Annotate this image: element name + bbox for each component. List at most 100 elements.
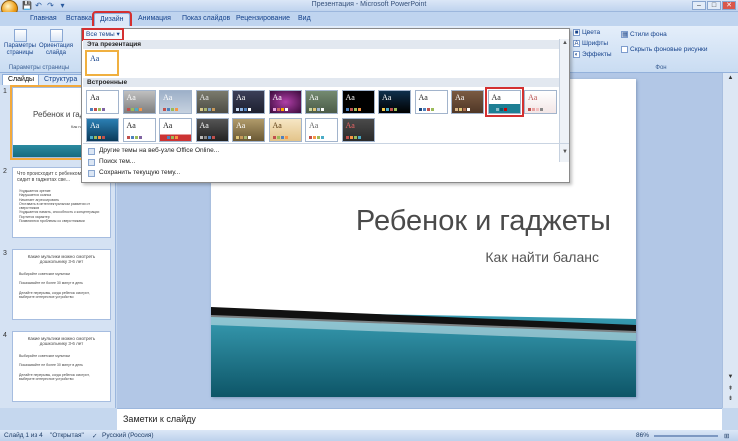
next-slide-icon[interactable]: ⇟ — [726, 395, 735, 404]
hide-bg-checkbox[interactable]: Скрыть фоновые рисунки — [621, 46, 708, 53]
theme-preview-text: Aa — [272, 93, 282, 102]
theme-thumbnail[interactable]: Aa — [159, 90, 192, 114]
theme-thumbnail[interactable]: Aa — [122, 118, 156, 142]
slide-counter: Слайд 1 из 4 — [4, 432, 43, 439]
menu-save-theme[interactable]: Сохранить текущую тему... — [83, 168, 560, 178]
menu-more-themes-online[interactable]: Другие темы на веб-узле Office Online... — [83, 146, 560, 156]
fit-window-icon[interactable]: ⊞ — [724, 432, 729, 440]
bullet: Появляются проблемы со сверстниками — [19, 219, 85, 224]
hide-bg-label: Скрыть фоновые рисунки — [630, 46, 708, 53]
tab-outline[interactable]: Структура — [38, 74, 84, 85]
theme-preview-text: Aa — [418, 93, 428, 102]
themes-gallery-dropdown: Все темы ▾ Эта презентация Aa Встроенные… — [81, 28, 570, 183]
save-icon — [88, 170, 95, 177]
tab-review[interactable]: Рецензирование — [236, 15, 290, 22]
bullet: Показывайте не более 30 минут в день — [19, 281, 83, 286]
theme-preview-text: Aa — [90, 121, 100, 130]
thumb-bullets: Ухудшается зрение Нарушается осанка Начи… — [19, 189, 106, 223]
bg-styles-label: Стили фона — [630, 31, 667, 38]
theme-thumbnail[interactable]: Aa — [268, 118, 302, 142]
fonts-button[interactable]: A Шрифты — [573, 40, 608, 47]
theme-color-swatches — [455, 108, 470, 111]
all-themes-button[interactable]: Все темы ▾ — [82, 28, 124, 41]
scroll-up-icon[interactable]: ▲ — [562, 40, 568, 46]
theme-thumbnail[interactable]: Aa — [414, 90, 448, 114]
theme-thumbnail[interactable]: Aa — [484, 87, 524, 117]
thumb-bullets: Выбирайте советские мультики Показывайте… — [19, 272, 106, 299]
theme-color-swatches — [199, 136, 215, 139]
tab-slideshow[interactable]: Показ слайдов — [182, 15, 230, 22]
orientation-label: Ориентация слайда — [38, 43, 74, 56]
theme-preview-text: Aa — [126, 93, 136, 102]
close-button[interactable]: ✕ — [722, 1, 736, 10]
language[interactable]: Русский (Россия) — [102, 432, 154, 439]
slide-thumbnail-4[interactable]: Какие мультики можно смотреть дошкольник… — [12, 331, 111, 402]
theme-thumbnail[interactable]: Aa — [341, 90, 375, 114]
slide-title[interactable]: Ребенок и гаджеты — [331, 205, 611, 238]
theme-color-swatches — [163, 108, 178, 111]
menu-label: Поиск тем... — [99, 158, 136, 165]
tab-home[interactable]: Главная — [30, 15, 57, 22]
theme-thumbnail[interactable]: Aa — [305, 90, 338, 114]
scroll-down-icon[interactable]: ▼ — [726, 373, 735, 382]
scroll-up-icon[interactable]: ▲ — [726, 74, 735, 83]
zoom-slider[interactable] — [654, 435, 718, 437]
thumb-number: 1 — [3, 88, 7, 95]
maximize-button[interactable]: □ — [707, 1, 721, 10]
notes-pane[interactable]: Заметки к слайду — [117, 408, 722, 430]
theme-current[interactable]: Aa — [85, 50, 119, 76]
menu-label: Другие темы на веб-узле Office Online... — [99, 147, 220, 154]
theme-preview-text: Aa — [491, 93, 501, 102]
theme-thumbnail[interactable]: Aa — [159, 118, 192, 142]
theme-thumbnail[interactable]: Aa — [524, 90, 557, 114]
prev-slide-icon[interactable]: ⇞ — [726, 385, 735, 394]
theme-thumbnail[interactable]: Aa — [451, 90, 484, 114]
window-controls: – □ ✕ — [692, 1, 736, 10]
theme-thumbnail[interactable]: Aa — [195, 118, 229, 142]
theme-color-swatches — [236, 108, 251, 111]
spellcheck-icon[interactable]: ✓ — [92, 432, 97, 440]
bullet: Отставать в интеллектуальном развитии от… — [19, 201, 91, 211]
minimize-button[interactable]: – — [692, 1, 706, 10]
tab-view[interactable]: Вид — [298, 15, 311, 22]
theme-thumbnail[interactable]: Aa — [268, 90, 302, 114]
section-builtin: Встроенные — [83, 78, 560, 87]
slide-thumbnail-3[interactable]: Какие мультики можно смотреть дошкольник… — [12, 249, 111, 320]
theme-preview-text: Aa — [126, 121, 136, 130]
theme-thumbnail[interactable]: Aa — [341, 118, 375, 142]
theme-thumbnail[interactable]: Aa — [378, 90, 411, 114]
bullet: Показывайте не более 30 минут в день — [19, 363, 83, 368]
theme-preview-text: Aa — [90, 54, 100, 63]
slide-subtitle[interactable]: Как найти баланс — [331, 249, 599, 265]
theme-color-swatches — [345, 108, 361, 111]
colors-button[interactable]: ■ Цвета — [573, 29, 600, 36]
page-setup-icon — [13, 29, 27, 42]
theme-color-swatches — [163, 136, 178, 139]
bg-styles-button[interactable]: ▦ Стили фона — [621, 31, 667, 38]
tab-animation[interactable]: Анимация — [138, 15, 171, 22]
tab-design[interactable]: Дизайн — [92, 11, 132, 28]
theme-thumbnail[interactable]: Aa — [232, 118, 265, 142]
theme-preview-text: Aa — [163, 121, 173, 130]
theme-thumbnail[interactable]: Aa — [195, 90, 229, 114]
effects-icon: ◐ — [573, 51, 580, 58]
theme-thumbnail[interactable]: Aa — [86, 118, 119, 142]
theme-thumbnail[interactable]: Aa — [122, 90, 156, 114]
theme-thumbnail[interactable]: Aa — [305, 118, 338, 142]
theme-thumbnail[interactable]: Aa — [232, 90, 265, 114]
window-title: Презентация - Microsoft PowerPoint — [311, 1, 427, 8]
effects-button[interactable]: ◐ Эффекты — [573, 51, 612, 58]
page-setup-button[interactable]: Параметры страницы — [4, 29, 36, 57]
menu-browse-themes[interactable]: Поиск тем... — [83, 157, 560, 167]
zoom-level[interactable]: 86% — [636, 432, 649, 439]
menu-label: Сохранить текущую тему... — [99, 169, 181, 176]
tab-slides[interactable]: Слайды — [2, 74, 41, 85]
theme-preview-text: Aa — [309, 121, 319, 130]
orientation-button[interactable]: Ориентация слайда — [38, 29, 74, 57]
theme-thumbnail[interactable]: Aa — [86, 90, 119, 114]
tab-insert[interactable]: Вставка — [66, 15, 92, 22]
vertical-scrollbar[interactable]: ▲ ▼ ⇞ ⇟ — [722, 73, 738, 408]
theme-color-swatches — [309, 108, 324, 111]
theme-color-swatches — [90, 136, 105, 139]
scroll-down-icon[interactable]: ▼ — [562, 149, 568, 155]
